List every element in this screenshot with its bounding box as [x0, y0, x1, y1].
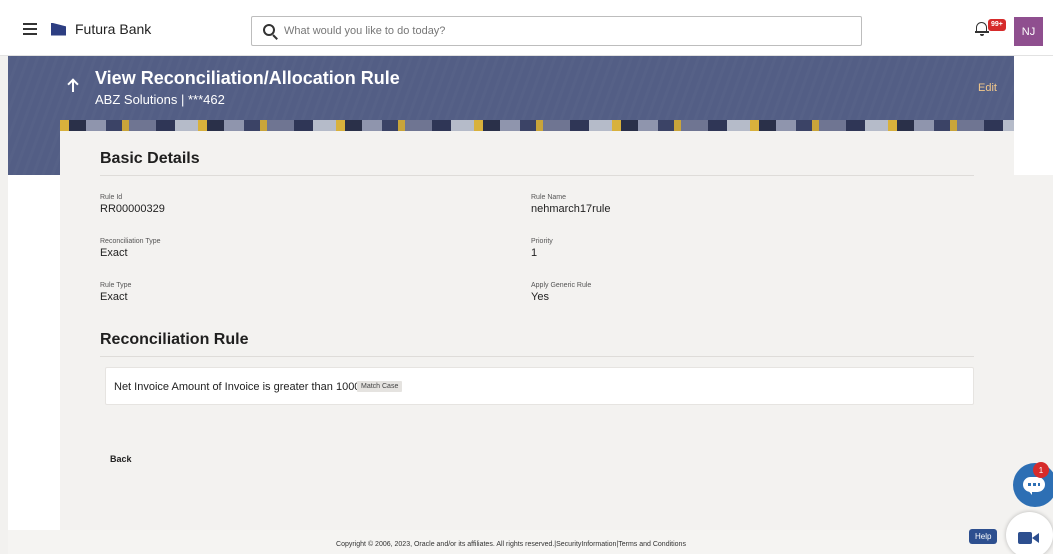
content-card: Basic Details Rule Id RR00000329 Rule Na…: [60, 130, 1014, 530]
page-subtitle: ABZ Solutions | ***462: [95, 92, 225, 107]
page-title: View Reconciliation/Allocation Rule: [95, 68, 400, 88]
apply-generic-rule-value: Yes: [531, 291, 549, 303]
basic-details-heading: Basic Details: [100, 150, 200, 167]
brand-name: Futura Bank: [75, 21, 152, 37]
rule-condition-text: Net Invoice Amount of Invoice is greater…: [114, 381, 361, 393]
rule-id-value: RR00000329: [100, 203, 165, 215]
brand-logo[interactable]: Futura Bank: [51, 21, 151, 37]
notification-badge[interactable]: 99+: [988, 19, 1006, 31]
rule-id-label: Rule Id: [100, 194, 123, 201]
rule-condition-box: Net Invoice Amount of Invoice is greater…: [105, 367, 974, 405]
footer-copyright: Copyright © 2006, 2023, Oracle and/or it…: [336, 541, 686, 548]
decorative-banner-strip: [60, 120, 1014, 131]
rule-type-value: Exact: [100, 291, 128, 303]
search-icon: [258, 19, 282, 43]
edit-link[interactable]: Edit: [978, 82, 997, 94]
rule-name-label: Rule Name: [531, 194, 567, 201]
bank-logo-icon: [51, 22, 66, 36]
section-divider: [100, 356, 974, 357]
priority-value: 1: [531, 247, 538, 259]
back-arrow-icon[interactable]: [68, 78, 78, 92]
bell-icon[interactable]: [975, 20, 989, 36]
priority-label: Priority: [531, 238, 553, 245]
user-avatar[interactable]: NJ: [1014, 17, 1043, 46]
top-bar: Futura Bank 99+ NJ: [0, 0, 1053, 56]
back-button[interactable]: Back: [110, 454, 132, 464]
section-divider: [100, 175, 974, 176]
video-call-button[interactable]: [1006, 512, 1053, 554]
hamburger-menu-icon[interactable]: [20, 18, 42, 36]
rule-type-label: Rule Type: [100, 282, 132, 289]
page-background-left: [0, 56, 8, 554]
help-button[interactable]: Help: [969, 529, 998, 544]
search-input[interactable]: [284, 25, 844, 37]
chat-notification-badge: 1: [1033, 462, 1049, 478]
match-case-tag: Match Case: [357, 381, 403, 392]
reconciliation-rule-heading: Reconciliation Rule: [100, 331, 249, 348]
rule-name-value: nehmarch17rule: [531, 203, 611, 215]
video-camera-icon: [1018, 532, 1032, 544]
reconciliation-type-label: Reconciliation Type: [100, 238, 161, 245]
search-bar[interactable]: [251, 16, 862, 46]
reconciliation-type-value: Exact: [100, 247, 128, 259]
apply-generic-rule-label: Apply Generic Rule: [531, 282, 592, 289]
